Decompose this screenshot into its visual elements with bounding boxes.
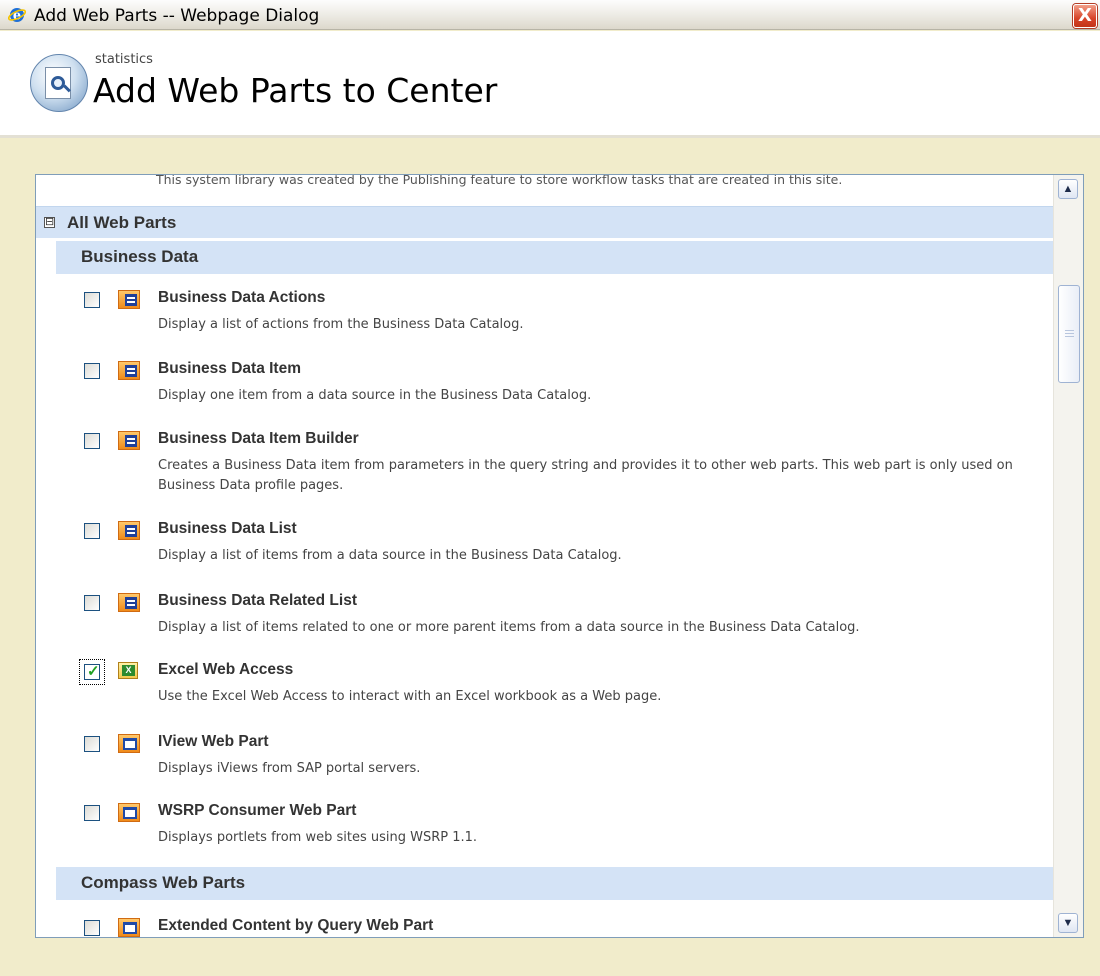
web-part-icon bbox=[118, 290, 140, 309]
item-title[interactable]: Business Data Item Builder bbox=[158, 430, 359, 448]
window-icon bbox=[118, 918, 140, 937]
search-document-icon bbox=[30, 54, 88, 112]
item-title[interactable]: Business Data List bbox=[158, 520, 297, 538]
truncated-description: This system library was created by the P… bbox=[156, 175, 843, 187]
web-parts-panel: This system library was created by the P… bbox=[35, 174, 1084, 938]
group-label: All Web Parts bbox=[67, 213, 177, 232]
item-checkbox[interactable] bbox=[84, 595, 100, 611]
close-button[interactable]: X bbox=[1073, 4, 1097, 28]
item-description: Displays portlets from web sites using W… bbox=[158, 830, 478, 845]
page-header: statistics Add Web Parts to Center bbox=[0, 31, 1100, 138]
item-checkbox[interactable]: ✓ bbox=[84, 663, 100, 680]
item-description: Display a list of items related to one o… bbox=[158, 620, 860, 635]
item-checkbox[interactable] bbox=[84, 736, 100, 752]
item-description: Displays iViews from SAP portal servers. bbox=[158, 761, 421, 776]
group-all-web-parts: ⊟ All Web Parts bbox=[36, 206, 1053, 238]
excel-icon: X bbox=[118, 662, 138, 679]
item-title[interactable]: Business Data Related List bbox=[158, 592, 357, 610]
category-compass-web-parts: Compass Web Parts bbox=[56, 867, 1053, 900]
scrollbar-thumb[interactable] bbox=[1058, 285, 1080, 383]
window-title: Add Web Parts -- Webpage Dialog bbox=[34, 6, 320, 26]
item-description: Use the Excel Web Access to interact wit… bbox=[158, 689, 662, 704]
collapse-icon[interactable]: ⊟ bbox=[44, 217, 55, 228]
item-title[interactable]: WSRP Consumer Web Part bbox=[158, 802, 356, 820]
page-subtitle: statistics bbox=[95, 52, 153, 67]
category-label: Compass Web Parts bbox=[81, 873, 246, 892]
item-title[interactable]: IView Web Part bbox=[158, 733, 269, 751]
web-part-icon bbox=[118, 431, 140, 450]
window-icon bbox=[118, 734, 140, 753]
vertical-scrollbar[interactable]: ▲ ▼ bbox=[1053, 175, 1083, 937]
item-checkbox[interactable] bbox=[84, 805, 100, 821]
item-checkbox[interactable] bbox=[84, 433, 100, 449]
item-description: Display a list of items from a data sour… bbox=[158, 548, 622, 563]
item-checkbox[interactable] bbox=[84, 363, 100, 379]
item-description: Display a list of actions from the Busin… bbox=[158, 317, 524, 332]
web-part-icon bbox=[118, 593, 140, 612]
window-icon bbox=[118, 803, 140, 822]
grip-icon bbox=[1065, 330, 1074, 338]
item-title[interactable]: Business Data Actions bbox=[158, 289, 325, 307]
item-description: Display one item from a data source in t… bbox=[158, 388, 592, 403]
category-label: Business Data bbox=[81, 247, 199, 266]
web-parts-list[interactable]: This system library was created by the P… bbox=[36, 175, 1053, 937]
checkmark-icon: ✓ bbox=[87, 663, 100, 680]
item-title[interactable]: Business Data Item bbox=[158, 360, 301, 378]
web-part-icon bbox=[118, 521, 140, 540]
item-description: Creates a Business Data item from parame… bbox=[158, 458, 1013, 493]
item-checkbox[interactable] bbox=[84, 920, 100, 936]
scroll-down-button[interactable]: ▼ bbox=[1058, 913, 1078, 933]
item-title[interactable]: Extended Content by Query Web Part bbox=[158, 917, 433, 935]
internet-explorer-icon: e bbox=[8, 8, 26, 24]
item-checkbox[interactable] bbox=[84, 292, 100, 308]
scroll-up-button[interactable]: ▲ bbox=[1058, 179, 1078, 199]
title-bar: e Add Web Parts -- Webpage Dialog X bbox=[0, 0, 1100, 30]
item-title[interactable]: Excel Web Access bbox=[158, 661, 293, 679]
category-business-data: Business Data bbox=[56, 241, 1053, 274]
page-title: Add Web Parts to Center bbox=[93, 71, 498, 110]
web-part-icon bbox=[118, 361, 140, 380]
item-checkbox[interactable] bbox=[84, 523, 100, 539]
